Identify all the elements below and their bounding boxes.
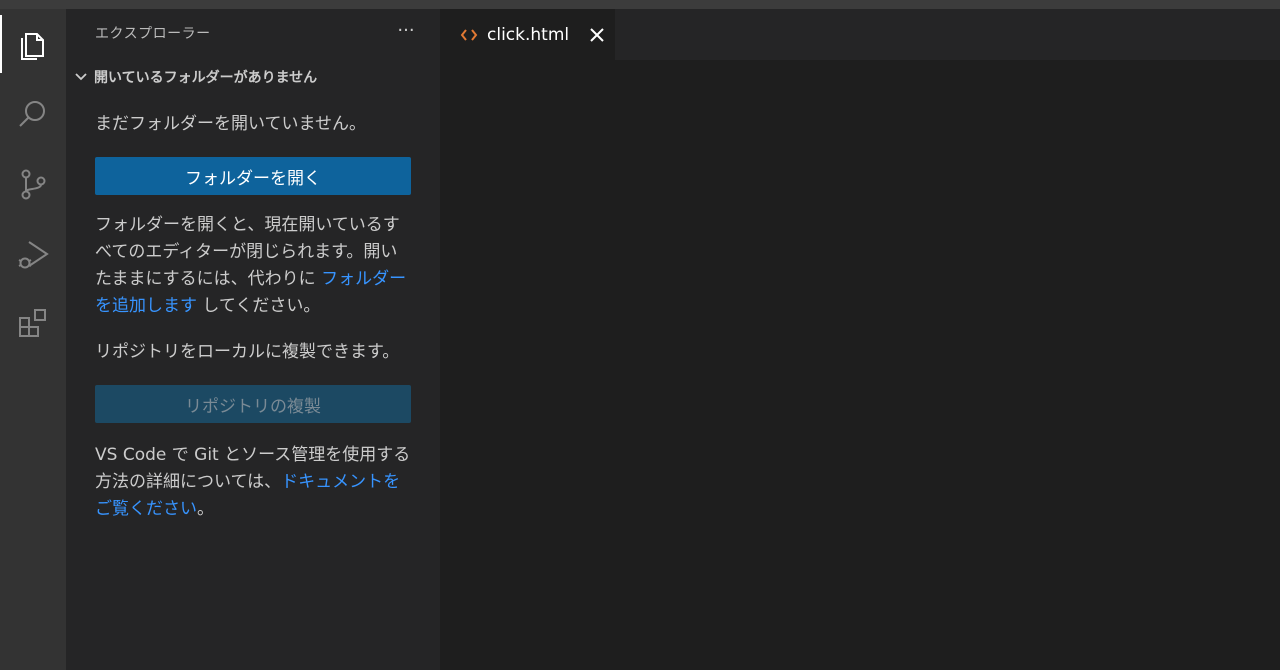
close-icon[interactable]: [587, 25, 607, 45]
clone-repository-button[interactable]: リポジトリの複製: [95, 385, 411, 423]
activity-explorer[interactable]: [0, 15, 64, 73]
git-text-after: 。: [197, 499, 214, 519]
vscode-window: エクスプローラー ··· 開いているフォルダーがありません まだフォルダーを開い…: [0, 0, 1280, 670]
no-folder-message: まだフォルダーを開いていません。: [95, 114, 366, 134]
tab-label: click.html: [487, 24, 570, 45]
chevron-down-icon: [72, 68, 90, 86]
info-text-after: してください。: [197, 296, 321, 316]
activity-extensions[interactable]: [0, 295, 64, 353]
tab-click-html[interactable]: click.html: [440, 9, 615, 60]
run-debug-icon: [18, 241, 49, 269]
section-no-folder[interactable]: 開いているフォルダーがありません: [72, 65, 317, 89]
more-actions-icon[interactable]: ···: [394, 19, 418, 43]
git-docs-info: VS Code で Git とソース管理を使用する方法の詳細については、ドキュメ…: [95, 442, 411, 523]
title-bar: [0, 0, 1280, 9]
files-icon: [21, 33, 44, 60]
activity-bar: [0, 9, 66, 670]
activity-source-control[interactable]: [0, 155, 64, 213]
section-title: 開いているフォルダーがありません: [94, 70, 318, 86]
activity-search[interactable]: [0, 85, 64, 143]
activity-run-debug[interactable]: [0, 225, 64, 283]
open-folder-button[interactable]: フォルダーを開く: [95, 157, 411, 195]
source-control-icon: [21, 169, 46, 200]
search-icon: [19, 101, 45, 127]
clone-message: リポジトリをローカルに複製できます。: [95, 342, 400, 362]
sidebar-title: エクスプローラー: [95, 26, 211, 42]
editor-tabs-bar: click.html: [440, 9, 1280, 60]
html-code-icon: [460, 26, 478, 44]
extensions-icon: [19, 309, 46, 337]
editor-area[interactable]: click.html: [440, 9, 1280, 670]
explorer-sidebar: エクスプローラー ··· 開いているフォルダーがありません まだフォルダーを開い…: [66, 9, 440, 670]
open-folder-info: フォルダーを開くと、現在開いているすべてのエディターが閉じられます。開いたままに…: [95, 212, 411, 320]
